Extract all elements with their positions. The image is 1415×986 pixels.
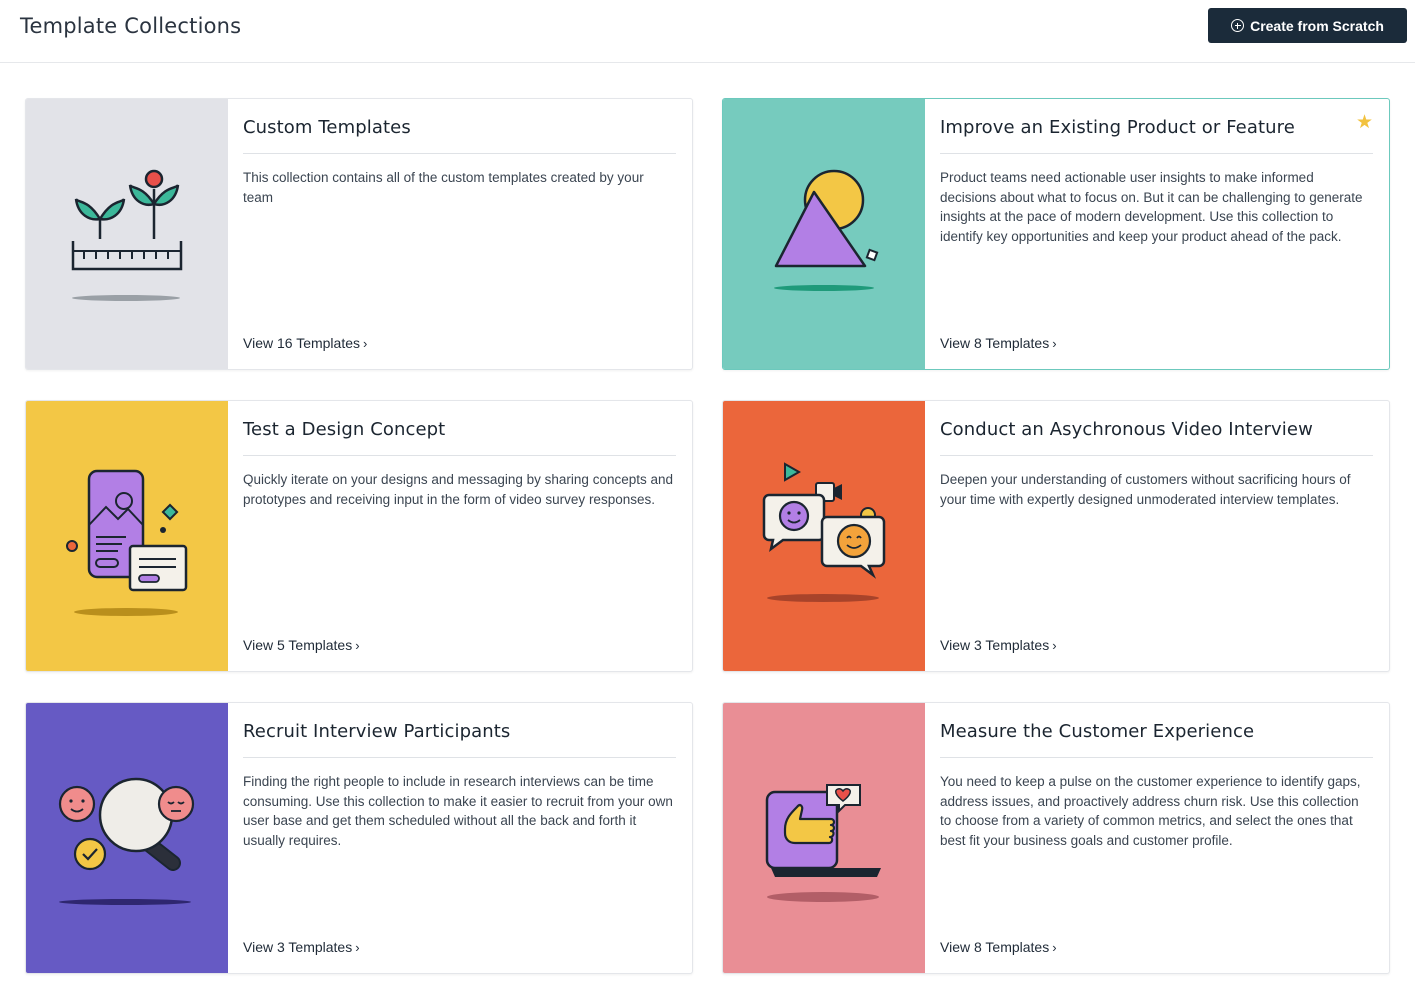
- divider: [243, 153, 676, 154]
- collection-description: This collection contains all of the cust…: [243, 170, 644, 205]
- video-chat-icon: [762, 462, 886, 602]
- collection-card-test-design-concept[interactable]: Test a Design Concept Quickly iterate on…: [25, 400, 693, 672]
- view-templates-link[interactable]: View 16 Templates ›: [243, 335, 367, 351]
- search-people-icon: [58, 777, 195, 905]
- collection-card-body: Measure the Customer Experience You need…: [940, 703, 1373, 973]
- chevron-right-icon: ›: [363, 335, 368, 351]
- collection-description: Deepen your understanding of customers w…: [940, 472, 1351, 507]
- collection-card-body: Test a Design Concept Quickly iterate on…: [243, 401, 676, 671]
- view-templates-label: View 8 Templates: [940, 335, 1050, 351]
- view-templates-label: View 8 Templates: [940, 939, 1050, 955]
- view-templates-link[interactable]: View 3 Templates ›: [940, 637, 1057, 653]
- collection-card-body: Conduct an Asychronous Video Interview D…: [940, 401, 1373, 671]
- view-templates-label: View 3 Templates: [243, 939, 353, 955]
- collection-illustration: [723, 99, 925, 369]
- collection-illustration: [723, 401, 925, 671]
- collection-title: Improve an Existing Product or Feature: [940, 117, 1295, 138]
- collection-title: Conduct an Asychronous Video Interview: [940, 419, 1313, 440]
- view-templates-link[interactable]: View 8 Templates ›: [940, 939, 1057, 955]
- triangle-sun-icon: [774, 169, 879, 291]
- star-icon[interactable]: ★: [1356, 113, 1373, 132]
- collection-card-custom-templates[interactable]: Custom Templates This collection contain…: [25, 98, 693, 370]
- collection-title: Custom Templates: [243, 117, 411, 138]
- chevron-right-icon: ›: [1052, 939, 1057, 955]
- divider: [243, 455, 676, 456]
- collection-description: You need to keep a pulse on the customer…: [940, 774, 1361, 849]
- view-templates-link[interactable]: View 5 Templates ›: [243, 637, 360, 653]
- divider: [940, 757, 1373, 758]
- divider: [940, 455, 1373, 456]
- collection-illustration: [26, 401, 228, 671]
- collection-card-body: Recruit Interview Participants Finding t…: [243, 703, 676, 973]
- top-bar: Template Collections Create from Scratch: [0, 0, 1415, 63]
- chevron-right-icon: ›: [355, 939, 360, 955]
- view-templates-label: View 5 Templates: [243, 637, 353, 653]
- collection-card-video-interview[interactable]: Conduct an Asychronous Video Interview D…: [722, 400, 1390, 672]
- collection-card-recruit-participants[interactable]: Recruit Interview Participants Finding t…: [25, 702, 693, 974]
- thumbs-up-laptop-icon: [765, 784, 881, 902]
- chevron-right-icon: ›: [1052, 335, 1057, 351]
- divider: [940, 153, 1373, 154]
- collection-card-customer-experience[interactable]: Measure the Customer Experience You need…: [722, 702, 1390, 974]
- plus-circle-icon: [1231, 19, 1245, 32]
- divider: [243, 757, 676, 758]
- view-templates-link[interactable]: View 8 Templates ›: [940, 335, 1057, 351]
- view-templates-label: View 3 Templates: [940, 637, 1050, 653]
- collection-illustration: [26, 99, 228, 369]
- collection-illustration: [723, 703, 925, 973]
- create-from-scratch-label: Create from Scratch: [1250, 17, 1384, 34]
- view-templates-label: View 16 Templates: [243, 335, 360, 351]
- view-templates-link[interactable]: View 3 Templates ›: [243, 939, 360, 955]
- collection-title: Recruit Interview Participants: [243, 721, 511, 742]
- collection-title: Test a Design Concept: [243, 419, 446, 440]
- page-title: Template Collections: [20, 14, 242, 38]
- chevron-right-icon: ›: [1052, 637, 1057, 653]
- collection-card-body: Improve an Existing Product or Feature P…: [940, 99, 1373, 369]
- collection-card-body: Custom Templates This collection contain…: [243, 99, 676, 369]
- collection-description: Finding the right people to include in r…: [243, 774, 673, 849]
- plants-ruler-icon: [71, 169, 183, 301]
- collection-illustration: [26, 703, 228, 973]
- design-mockup-icon: [66, 469, 188, 616]
- collection-description: Quickly iterate on your designs and mess…: [243, 472, 673, 507]
- create-from-scratch-button[interactable]: Create from Scratch: [1208, 8, 1407, 43]
- collection-card-improve-product[interactable]: Improve an Existing Product or Feature P…: [722, 98, 1390, 370]
- collection-title: Measure the Customer Experience: [940, 721, 1255, 742]
- collection-description: Product teams need actionable user insig…: [940, 170, 1363, 245]
- chevron-right-icon: ›: [355, 637, 360, 653]
